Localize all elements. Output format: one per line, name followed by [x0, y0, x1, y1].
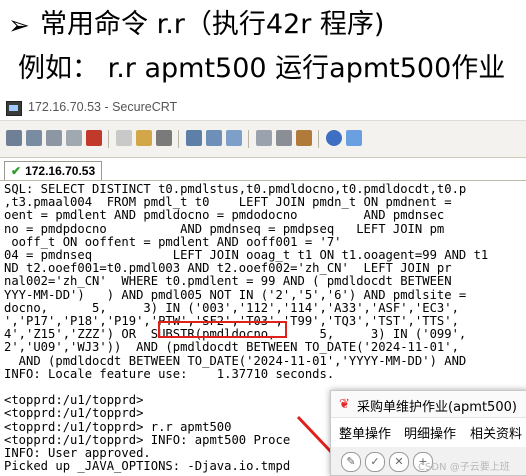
toolbar-separator [178, 130, 179, 148]
global-options-icon[interactable] [276, 130, 292, 146]
print-icon-2[interactable] [226, 130, 242, 146]
bullet-arrow-icon: ➢ [8, 11, 30, 41]
tab-icon[interactable] [46, 130, 62, 146]
connect-icon[interactable] [6, 130, 22, 146]
session-tab[interactable]: ✔ 172.16.70.53 [4, 161, 103, 180]
quick-connect-icon[interactable] [26, 130, 42, 146]
terminal-line: AND (pmdldocdt BETWEEN TO_DATE('2024-11-… [4, 353, 467, 368]
menu-whole-order[interactable]: 整单操作 [339, 423, 391, 442]
find-icon[interactable] [156, 130, 172, 146]
edit-icon[interactable]: ✎ [341, 452, 361, 472]
securecrt-app-icon [6, 101, 22, 116]
toolbar-separator [248, 130, 249, 148]
print-setup-icon[interactable] [206, 130, 222, 146]
terminal-line: Picked up _JAVA_OPTIONS: -Djava.io.tmpd [4, 459, 291, 474]
confirm-icon[interactable]: ✓ [365, 452, 385, 472]
help-icon[interactable] [326, 130, 342, 146]
slide-title: ➢ 常用命令 r.r（执行42r 程序) 例如： r.r apmt500 运行a… [0, 0, 526, 90]
toolbar-separator [318, 130, 319, 148]
paste-icon[interactable] [136, 130, 152, 146]
terminal-line: 2','U09','WJ3')) AND (pmdldocdt BETWEEN … [4, 340, 459, 355]
print-icon[interactable] [186, 130, 202, 146]
session-tab-bar: ✔ 172.16.70.53 [0, 158, 526, 181]
connected-check-icon: ✔ [11, 164, 22, 178]
toolbar [0, 121, 526, 158]
popup-header: ❦ 采购单维护作业(apmt500) [331, 391, 526, 418]
popup-title: 采购单维护作业(apmt500) [357, 400, 517, 415]
window-title: 172.16.70.53 - SecureCRT [28, 100, 178, 114]
disconnect-icon[interactable] [86, 130, 102, 146]
terminal-line: <topprd:/u1/topprd> r.r apmt500 [4, 419, 232, 434]
keymap-icon[interactable] [296, 130, 312, 146]
slide-example: 例如： r.r apmt500 运行apmt500作业 [18, 53, 506, 84]
session-options-icon[interactable] [256, 130, 272, 146]
terminal-line: YYY-MM-DD') ) AND pmdl005 NOT IN ('2','5… [4, 287, 467, 302]
cancel-icon[interactable]: ✕ [389, 452, 409, 472]
terminal-line: nal002='zh_CN' WHERE t0.pmdlent = 99 AND… [4, 274, 452, 289]
terminal-line: no = pmdpdocno AND pmdnseq = pmdpseq LEF… [4, 221, 445, 236]
terminal-line: oent = pmdlent AND pmdldocno = pmdodocno… [4, 208, 445, 223]
menu-detail[interactable]: 明细操作 [404, 423, 456, 442]
about-icon[interactable] [346, 130, 362, 146]
session-tab-label: 172.16.70.53 [25, 164, 96, 178]
window-titlebar: 172.16.70.53 - SecureCRT [0, 96, 526, 121]
reconnect-icon[interactable] [66, 130, 82, 146]
slide-heading: 常用命令 r.r（执行42r 程序) [40, 9, 385, 40]
copy-icon[interactable] [116, 130, 132, 146]
logo-icon: ❦ [339, 397, 350, 412]
menu-related[interactable]: 相关资料 [470, 423, 522, 442]
command-highlight-box [158, 321, 287, 338]
terminal-line: <topprd:/u1/topprd> [4, 406, 144, 421]
watermark: CSDN @子云要上班 [418, 462, 510, 473]
terminal-line: INFO: Locale feature use: 1.37710 second… [4, 366, 335, 381]
toolbar-separator [108, 130, 109, 148]
